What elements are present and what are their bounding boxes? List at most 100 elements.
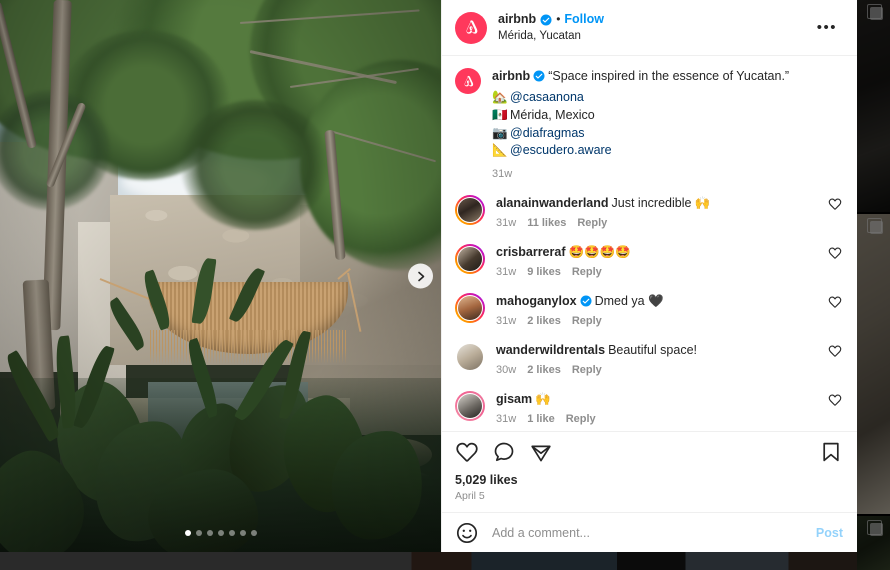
carousel-dot[interactable] [184, 530, 191, 536]
chevron-right-icon [417, 271, 424, 281]
comment-row: mahoganylox Dmed ya 🖤 31w 2 likes Reply [455, 293, 843, 327]
comment-row: gisam 🙌 31w 1 like Reply [455, 391, 843, 425]
caption-author[interactable]: airbnb [492, 69, 530, 83]
comment-like-button[interactable] [827, 342, 843, 358]
avatar[interactable] [455, 342, 485, 372]
avatar[interactable] [455, 11, 487, 44]
comment-like-button[interactable] [827, 293, 843, 309]
avatar[interactable] [455, 68, 481, 94]
comment-reply-button[interactable]: Reply [572, 266, 602, 278]
comment-username[interactable]: mahoganylox [496, 294, 577, 308]
more-options-button[interactable]: ••• [811, 20, 843, 36]
emoji-picker-button[interactable] [455, 521, 479, 545]
comment-username[interactable]: wanderwildrentals [496, 343, 605, 357]
save-button[interactable] [819, 440, 843, 464]
like-button[interactable] [455, 440, 479, 464]
avatar[interactable] [455, 195, 485, 225]
caption-line: 🇲🇽 Mérida, Mexico [492, 107, 843, 125]
comment-likes[interactable]: 9 likes [527, 266, 561, 278]
add-comment-bar: Post [442, 512, 857, 552]
avatar-image [457, 295, 483, 321]
header-separator: • [556, 12, 561, 27]
caption-line-icon: 🇲🇽 [492, 107, 508, 122]
comment-reply-button[interactable]: Reply [572, 315, 602, 327]
carousel-badge-icon [867, 520, 883, 536]
post-location[interactable]: Mérida, Yucatan [498, 29, 800, 43]
comment-username[interactable]: alanainwanderland [496, 196, 609, 210]
post-header: airbnb • Follow Mérida, Yucatan ••• [442, 0, 857, 56]
carousel-dot[interactable] [228, 530, 235, 536]
post-detail-pane: airbnb • Follow Mérida, Yucatan ••• airb… [441, 0, 857, 552]
comments-list[interactable]: airbnb “Space inspired in the essence of… [442, 56, 857, 431]
post-author-username[interactable]: airbnb [498, 12, 536, 28]
avatar-image [457, 246, 483, 272]
post-media-pane[interactable] [0, 0, 441, 552]
comment-likes[interactable]: 11 likes [527, 217, 566, 229]
avatar[interactable] [455, 244, 485, 274]
comment-text: Beautiful space! [608, 343, 698, 357]
comment-row: alanainwanderland Just incredible 🙌 31w 11 … [455, 195, 843, 229]
background-post-tile[interactable] [857, 0, 890, 212]
comment-timestamp: 30w [496, 364, 517, 376]
comment-text: Just incredible 🙌 [611, 196, 711, 210]
avatar-image [457, 393, 483, 419]
comment-text: 🤩🤩🤩🤩 [568, 245, 631, 259]
background-post-strip [0, 552, 857, 570]
avatar-image [457, 344, 483, 370]
background-post-tile[interactable] [857, 214, 890, 514]
comment-like-button[interactable] [827, 244, 843, 260]
carousel-dot[interactable] [239, 530, 246, 536]
likes-count[interactable]: 5,029 likes [455, 473, 843, 487]
post-comment-button[interactable]: Post [816, 526, 843, 540]
caption-line-text[interactable]: @escudero.aware [510, 143, 612, 157]
comment-button[interactable] [492, 440, 516, 464]
carousel-dot[interactable] [217, 530, 224, 536]
comment-like-button[interactable] [827, 391, 843, 407]
comment-likes[interactable]: 2 likes [527, 315, 561, 327]
comment-timestamp: 31w [496, 315, 517, 327]
comment-reply-button[interactable]: Reply [566, 413, 596, 425]
comment-like-button[interactable] [827, 195, 843, 211]
avatar[interactable] [455, 293, 485, 323]
comment-username[interactable]: gisam [496, 392, 532, 406]
caption-line-text[interactable]: @diafragmas [510, 126, 585, 140]
share-button[interactable] [529, 440, 553, 464]
comment-likes[interactable]: 1 like [527, 413, 555, 425]
verified-badge-icon [580, 295, 592, 307]
caption-line-icon: 📷 [492, 125, 508, 140]
comment-reply-button[interactable]: Reply [577, 217, 607, 229]
carousel-badge-icon [867, 218, 883, 234]
background-post-tile[interactable] [857, 516, 890, 570]
follow-button[interactable]: Follow [564, 12, 604, 28]
carousel-dot[interactable] [250, 530, 257, 536]
verified-badge-icon [540, 14, 552, 26]
caption-text: “Space inspired in the essence of Yucata… [548, 69, 790, 83]
carousel-dot[interactable] [206, 530, 213, 536]
caption-line: 🏡 @casaanona [492, 89, 843, 107]
caption-detail-lines: 🏡 @casaanona 🇲🇽 Mérida, Mexico 📷 @diafragmas 📐… [492, 89, 843, 160]
caption-line: 📐 @escudero.aware [492, 142, 843, 160]
post-actions: 5,029 likes April 5 [442, 431, 857, 512]
caption-line-text: Mérida, Mexico [510, 107, 595, 122]
caption-timestamp: 31w [492, 168, 513, 180]
comment-input[interactable] [492, 525, 803, 540]
post-photo [0, 0, 441, 552]
airbnb-logo-icon [464, 75, 473, 86]
caption-line-icon: 🏡 [492, 90, 508, 104]
post-date: April 5 [455, 490, 485, 502]
caption-line-text[interactable]: @casaanona [510, 90, 584, 104]
comment-likes[interactable]: 2 likes [527, 364, 561, 376]
carousel-dots[interactable] [184, 530, 257, 536]
carousel-badge-icon [867, 4, 883, 20]
post-detail-modal: airbnb • Follow Mérida, Yucatan ••• airb… [0, 0, 857, 552]
caption-line: 📷 @diafragmas [492, 125, 843, 143]
comment-row: wanderwildrentals Beautiful space! 30w 2 li… [455, 342, 843, 376]
comment-row: crisbarreraf 🤩🤩🤩🤩 31w 9 likes Reply [455, 244, 843, 278]
comment-timestamp: 31w [496, 413, 517, 425]
carousel-dot[interactable] [195, 530, 202, 536]
carousel-next-button[interactable] [408, 263, 433, 289]
caption-row: airbnb “Space inspired in the essence of… [455, 68, 843, 180]
avatar[interactable] [455, 391, 485, 421]
comment-username[interactable]: crisbarreraf [496, 245, 566, 259]
comment-reply-button[interactable]: Reply [572, 364, 602, 376]
